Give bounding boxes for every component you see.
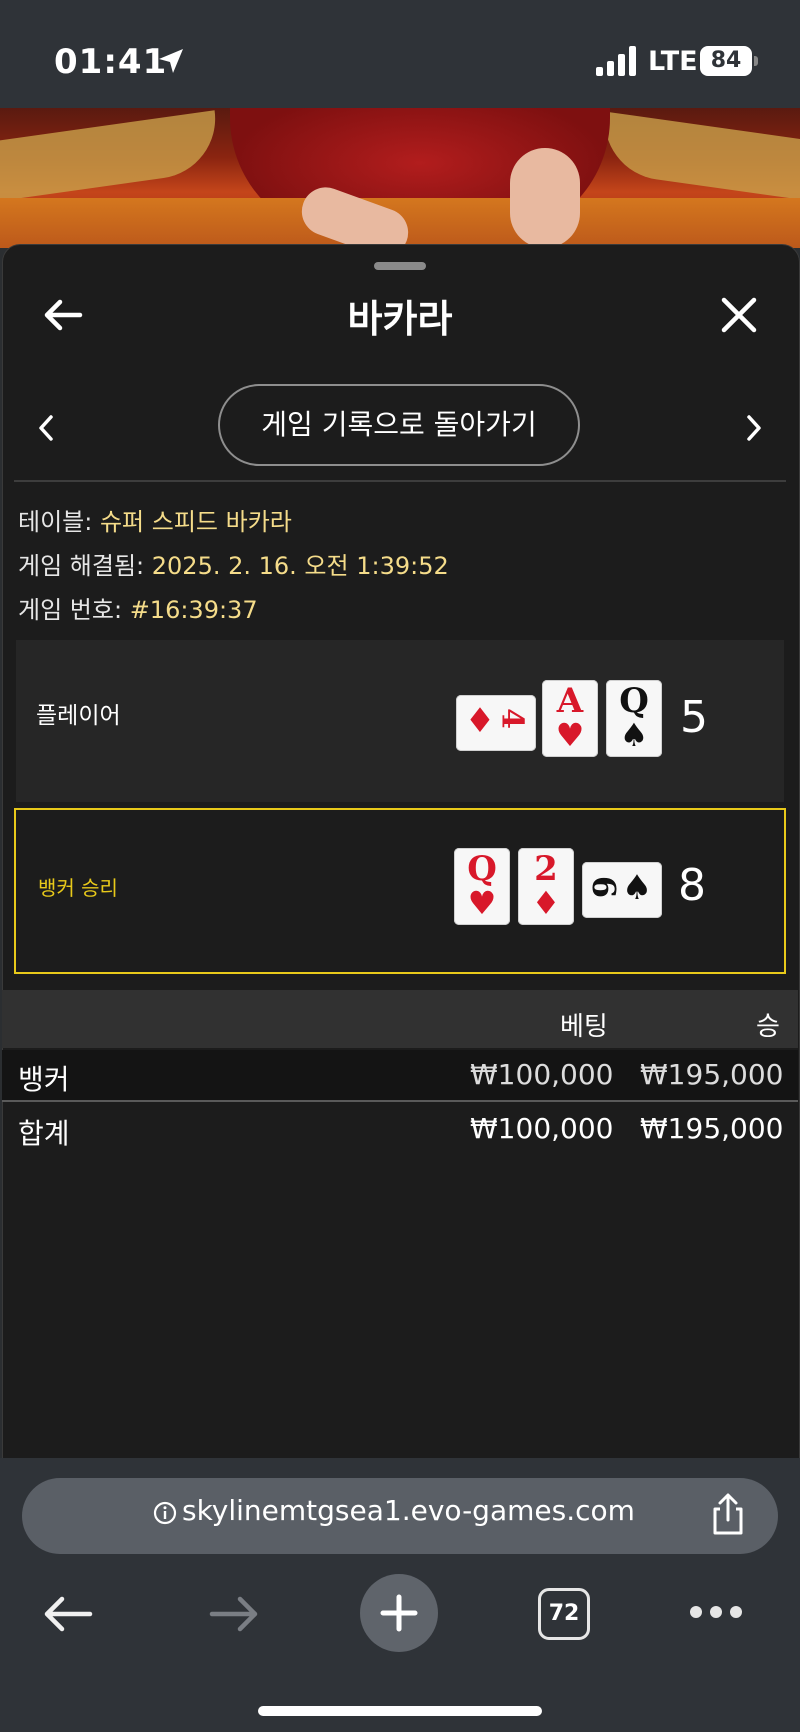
location-arrow-icon [159,49,183,73]
player-score: 5 [680,692,708,743]
player-label: 플레이어 [36,703,121,729]
resolved-label: 게임 해결됨: [18,552,145,580]
back-to-history-button[interactable]: 게임 기록으로 돌아가기 [218,384,580,466]
chevron-left-icon[interactable] [34,412,58,444]
banker-win-label: 뱅커 승리 [38,876,118,900]
player-card-2: A ♥ [542,680,598,757]
game-number: #16:39:37 [129,596,258,624]
total-win: ₩195,000 [640,1112,784,1145]
share-icon[interactable] [706,1492,750,1538]
player-card-3-rank: Q [619,681,649,721]
close-icon[interactable] [716,292,762,338]
banker-card-1-suit: ♥ [467,884,497,922]
live-video-feed [0,108,800,248]
bet-row-name: 뱅커 [18,1063,70,1096]
drag-handle[interactable] [374,262,426,270]
info-icon[interactable] [152,1500,178,1526]
tabs-count-button[interactable]: 72 [538,1588,590,1640]
banker-card-3-suit: ♠ [621,868,653,908]
player-card-1-suit: ♦ [464,701,496,741]
player-card-3: Q ♠ [606,680,662,757]
battery-icon: 84 [700,46,752,76]
plus-icon [380,1594,418,1632]
banker-card-3: 6 ♠ [582,862,662,918]
player-card-2-suit: ♥ [555,716,585,754]
more-options-icon[interactable] [690,1606,742,1620]
banker-hand-row [14,808,786,974]
chevron-right-icon[interactable] [742,412,766,444]
player-card-1-rank: 4 [494,708,530,729]
page-title: 바카라 [347,297,453,341]
player-card-3-suit: ♠ [619,716,649,754]
win-column-header: 승 [756,1012,780,1042]
player-card-2-rank: A [556,681,584,721]
url-text[interactable]: skylinemtgsea1.evo-games.com [182,1494,635,1527]
table-divider [2,1100,798,1102]
banker-card-2-rank: 2 [534,849,558,889]
banker-card-1-rank: Q [467,849,497,889]
table-label: 테이블: [18,508,93,536]
new-tab-button[interactable] [360,1574,438,1652]
table-info: 테이블: 슈퍼 스피드 바카라 [18,502,292,537]
player-card-1: ♦ 4 [456,695,536,751]
bet-row-amount: ₩100,000 [470,1058,614,1091]
resolved-time: 2025. 2. 16. 오전 1:39:52 [151,552,449,580]
total-bet: ₩100,000 [470,1112,614,1145]
banker-card-2: 2 ♦ [518,848,574,925]
signal-icon [596,46,640,76]
divider [14,480,786,482]
bets-table-header [2,990,798,1048]
network-type: LTE [648,46,698,77]
browser-back-icon[interactable] [40,1592,96,1636]
banker-card-1: Q ♥ [454,848,510,925]
game-number-info: 게임 번호: #16:39:37 [18,590,258,625]
banker-card-2-suit: ♦ [531,884,561,922]
status-time: 01:41 [54,42,168,82]
home-indicator[interactable] [258,1706,542,1716]
player-hand-row [16,640,784,802]
total-label: 합계 [18,1117,70,1150]
bet-row-win: ₩195,000 [640,1058,784,1091]
resolved-info: 게임 해결됨: 2025. 2. 16. 오전 1:39:52 [18,546,449,581]
game-number-label: 게임 번호: [18,596,123,624]
bet-column-header: 베팅 [560,1012,608,1042]
battery-tip [754,56,758,66]
browser-forward-icon[interactable] [206,1592,262,1636]
banker-score: 8 [678,860,706,911]
table-name: 슈퍼 스피드 바카라 [99,508,292,536]
banker-card-3-rank: 6 [585,875,623,899]
